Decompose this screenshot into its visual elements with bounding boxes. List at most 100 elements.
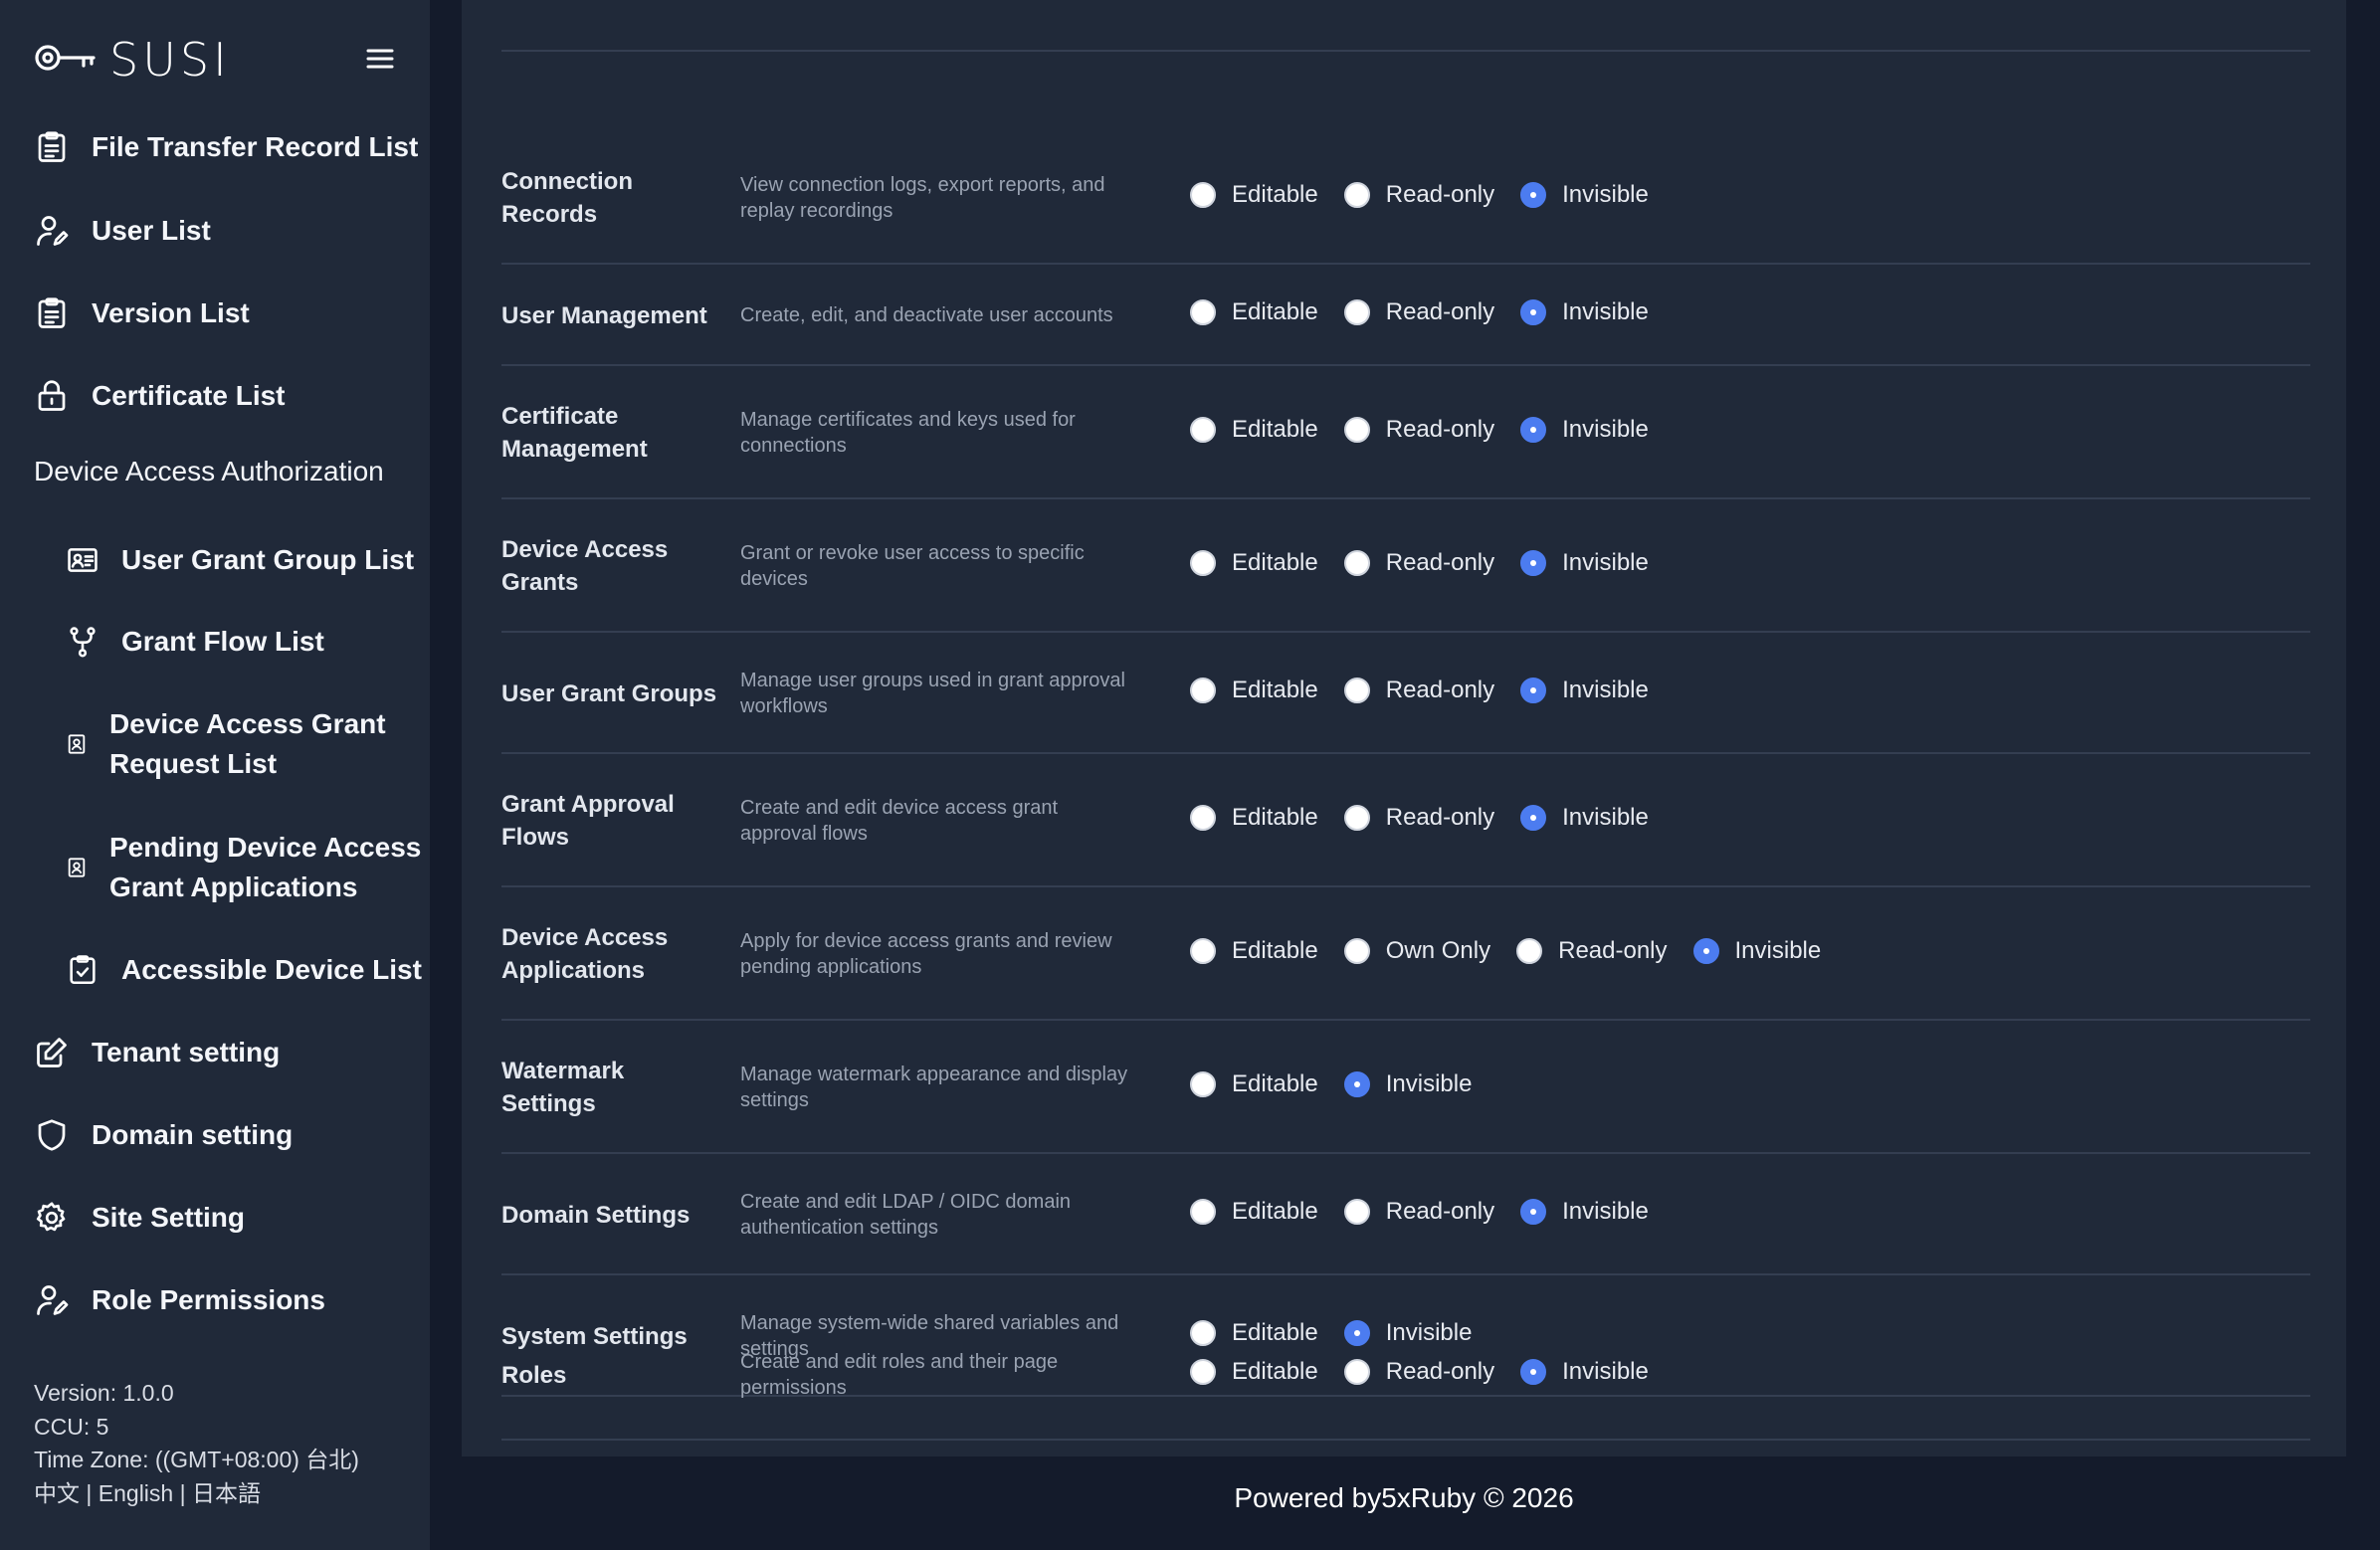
permission-option-editable[interactable]: Editable [1190,1070,1318,1098]
radio-button[interactable] [1190,1071,1216,1097]
permission-option-invisible[interactable]: Invisible [1520,677,1649,704]
sidebar-item-user-grant-group-list[interactable]: User Grant Group List [66,540,414,579]
permission-option-read-only[interactable]: Read-only [1343,181,1494,209]
permission-option-read-only[interactable]: Read-only [1343,804,1494,832]
sidebar: SUSI File Transfer Record List User List… [0,0,430,1550]
radio-button[interactable] [1343,550,1370,576]
permission-option-invisible[interactable]: Invisible [1520,181,1649,209]
radio-button[interactable] [1190,299,1216,325]
timezone-text: Time Zone: ((GMT+08:00) 台北) [34,1447,359,1472]
radio-button[interactable] [1343,1359,1370,1385]
ccu-text: CCU: 5 [34,1413,109,1440]
sidebar-item-accessible-device-list[interactable]: Accessible Device List [66,950,422,989]
radio-button[interactable] [1520,182,1547,208]
hamburger-menu-icon[interactable] [362,44,398,74]
permission-option-read-only[interactable]: Read-only [1343,298,1494,326]
permission-option-invisible[interactable]: Invisible [1692,937,1821,965]
id-badge-icon [66,851,88,884]
permission-row: Device Access Applications Apply for devic… [501,887,2310,1021]
brand-logo[interactable]: SUSI [34,33,231,87]
language-zh-link[interactable]: 中文 [34,1480,80,1506]
permission-radio-group: Editable Read-only Invisible [1190,677,1675,704]
radio-button[interactable] [1190,550,1216,576]
radio-button[interactable] [1520,678,1547,703]
language-en-link[interactable]: English [99,1480,173,1506]
permission-option-invisible[interactable]: Invisible [1520,416,1649,444]
radio-label: Invisible [1562,677,1649,703]
sidebar-item-user-list[interactable]: User List [34,211,211,250]
permission-option-own-only[interactable]: Own Only [1343,937,1490,965]
id-card-icon [66,543,99,577]
sidebar-item-version-list[interactable]: Version List [34,293,250,332]
radio-label: Editable [1232,937,1318,964]
permission-radio-group: Editable Read-only Invisible [1190,1358,1675,1386]
sidebar-item-file-transfer-records[interactable]: File Transfer Record List [34,127,418,166]
radio-button[interactable] [1190,678,1216,703]
permission-option-read-only[interactable]: Read-only [1343,416,1494,444]
permission-option-invisible[interactable]: Invisible [1520,298,1649,326]
radio-button[interactable] [1692,938,1719,964]
permission-option-editable[interactable]: Editable [1190,549,1318,577]
radio-button[interactable] [1190,938,1216,964]
permission-option-invisible[interactable]: Invisible [1520,804,1649,832]
sidebar-item-certificate-list[interactable]: Certificate List [34,376,286,415]
radio-label: Invisible [1562,1358,1649,1385]
radio-button[interactable] [1520,805,1547,831]
radio-button[interactable] [1190,1359,1216,1385]
permission-description: Manage user groups used in grant approva… [740,670,1125,717]
permission-option-invisible[interactable]: Invisible [1343,1070,1472,1098]
key-icon [34,41,98,80]
permission-option-read-only[interactable]: Read-only [1343,677,1494,704]
sidebar-item-site-setting[interactable]: Site Setting [34,1198,245,1237]
permission-option-editable[interactable]: Editable [1190,804,1318,832]
user-edit-icon [34,1282,70,1318]
permission-option-editable[interactable]: Editable [1190,298,1318,326]
radio-button[interactable] [1190,417,1216,443]
permission-option-editable[interactable]: Editable [1190,181,1318,209]
sidebar-item-grant-flow-list[interactable]: Grant Flow List [66,622,324,661]
sidebar-item-label: File Transfer Record List [92,131,419,162]
permission-option-editable[interactable]: Editable [1190,416,1318,444]
radio-button[interactable] [1343,805,1370,831]
radio-button[interactable] [1343,938,1370,964]
radio-button[interactable] [1190,182,1216,208]
permission-option-editable[interactable]: Editable [1190,1198,1318,1226]
permission-option-read-only[interactable]: Read-only [1343,1358,1494,1386]
sidebar-item-device-access-grant-request-list[interactable]: Device Access Grant Request List [66,704,386,784]
radio-button[interactable] [1520,299,1547,325]
radio-button[interactable] [1343,1071,1370,1097]
sidebar-item-tenant-setting[interactable]: Tenant setting [34,1033,280,1071]
sidebar-section-device-access-authorization[interactable]: Device Access Authorization [34,456,384,487]
permissions-panel: ManagementdevicesEditableRead-onlyInvisi… [462,0,2346,1456]
sidebar-item-pending-device-access-grant-applications[interactable]: Pending Device Access Grant Applications [66,828,421,907]
permission-option-editable[interactable]: Editable [1190,1358,1318,1386]
permission-option-read-only[interactable]: Read-only [1343,549,1494,577]
radio-button[interactable] [1520,417,1547,443]
sidebar-item-domain-setting[interactable]: Domain setting [34,1115,293,1154]
permission-name: Certificate Management [501,403,648,463]
permission-option-editable[interactable]: Editable [1190,937,1318,965]
radio-button[interactable] [1520,1359,1547,1385]
permission-option-invisible[interactable]: Invisible [1520,1358,1649,1386]
radio-button[interactable] [1516,938,1543,964]
radio-button[interactable] [1343,182,1370,208]
radio-button[interactable] [1520,550,1547,576]
permission-option-invisible[interactable]: Invisible [1520,1198,1649,1226]
permission-radio-group: Editable Own Only Read-only Invisible [1190,937,1847,965]
radio-button[interactable] [1520,1199,1547,1225]
permission-option-read-only[interactable]: Read-only [1516,937,1668,965]
radio-button[interactable] [1343,678,1370,703]
permission-description: Apply for device access grants and revie… [740,930,1112,978]
permission-option-invisible[interactable]: Invisible [1520,549,1649,577]
permission-option-read-only[interactable]: Read-only [1343,1198,1494,1226]
sidebar-item-role-permissions[interactable]: Role Permissions [34,1280,325,1319]
radio-button[interactable] [1190,805,1216,831]
radio-button[interactable] [1343,299,1370,325]
permission-option-editable[interactable]: Editable [1190,677,1318,704]
radio-button[interactable] [1343,1199,1370,1225]
language-ja-link[interactable]: 日本語 [192,1480,261,1506]
radio-button[interactable] [1343,417,1370,443]
radio-button[interactable] [1190,1199,1216,1225]
pen-square-icon [34,1035,70,1070]
permission-description: View connection logs, export reports, an… [740,174,1105,222]
